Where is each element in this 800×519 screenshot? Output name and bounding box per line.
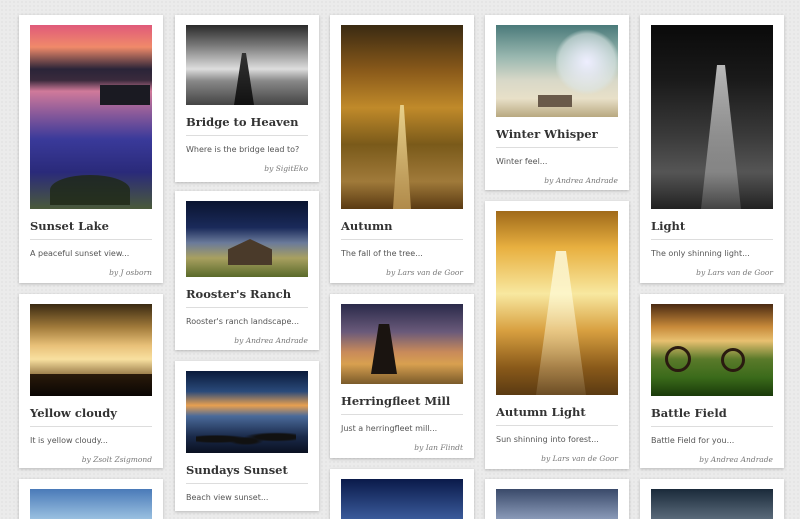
- photo-card-winter-whisper[interactable]: Winter Whisper Winter feel... by Andrea …: [485, 15, 629, 190]
- card-description: Where is the bridge lead to?: [186, 145, 300, 154]
- photo-herringfleet-mill[interactable]: [341, 304, 463, 384]
- card-description: Sun shinning into forest...: [496, 435, 599, 444]
- card-author: by Zsolt Zsigmond: [81, 455, 152, 464]
- card-title[interactable]: Rooster's Ranch: [186, 287, 308, 308]
- card-author: by Andrea Andrade: [234, 336, 308, 345]
- photo-card-sunset-lake[interactable]: Sunset Lake A peaceful sunset view... by…: [19, 15, 163, 283]
- card-description: Just a herringfleet mill...: [341, 424, 438, 433]
- photo-sundays-sunset[interactable]: [186, 371, 308, 453]
- photo-card-roosters-ranch[interactable]: Rooster's Ranch Rooster's ranch landscap…: [175, 191, 319, 350]
- photo-card-bridge-to-heaven[interactable]: Bridge to Heaven Where is the bridge lea…: [175, 15, 319, 182]
- card-title[interactable]: Yellow cloudy: [30, 406, 152, 427]
- card-title[interactable]: Autumn: [341, 219, 463, 240]
- photo-winter-whisper[interactable]: [496, 25, 618, 117]
- card-title[interactable]: Herringfleet Mill: [341, 394, 463, 415]
- card-description: Rooster's ranch landscape...: [186, 317, 300, 326]
- card-description: It is yellow cloudy...: [30, 436, 108, 445]
- card-description: The only shinning light...: [651, 249, 750, 258]
- photo-bridge-to-heaven[interactable]: [186, 25, 308, 105]
- card-title[interactable]: Sundays Sunset: [186, 463, 308, 484]
- photo-card-herringfleet-mill[interactable]: Herringfleet Mill Just a herringfleet mi…: [330, 294, 474, 458]
- card-author: by Ian Flindt: [414, 443, 463, 452]
- photo-card-partial[interactable]: [19, 479, 163, 519]
- card-author: by Lars van de Goor: [696, 268, 773, 277]
- photo-card-partial[interactable]: [330, 469, 474, 519]
- card-author: by J osborn: [109, 268, 152, 277]
- photo-autumn[interactable]: [341, 25, 463, 209]
- card-author: by Lars van de Goor: [541, 454, 618, 463]
- photo-card-light[interactable]: Light The only shinning light... by Lars…: [640, 15, 784, 283]
- photo-card-partial[interactable]: [485, 479, 629, 519]
- card-author: by Andrea Andrade: [699, 455, 773, 464]
- card-author: by Lars van de Goor: [386, 268, 463, 277]
- photo-sunset-lake[interactable]: [30, 25, 152, 209]
- card-author: by SigitEko: [264, 164, 308, 173]
- photo-light[interactable]: [651, 25, 773, 209]
- card-description: A peaceful sunset view...: [30, 249, 130, 258]
- card-title[interactable]: Sunset Lake: [30, 219, 152, 240]
- photo-battle-field[interactable]: [651, 304, 773, 396]
- photo-yellow-cloudy[interactable]: [30, 304, 152, 396]
- card-title[interactable]: Winter Whisper: [496, 127, 618, 148]
- photo-card-battle-field[interactable]: Battle Field Battle Field for you... by …: [640, 294, 784, 468]
- photo-autumn-light[interactable]: [496, 211, 618, 395]
- card-description: Battle Field for you...: [651, 436, 735, 445]
- card-description: The fall of the tree...: [341, 249, 423, 258]
- photo-card-partial[interactable]: [640, 479, 784, 519]
- card-author: by Andrea Andrade: [544, 176, 618, 185]
- photo-partial[interactable]: [496, 489, 618, 519]
- card-description: Winter feel...: [496, 157, 548, 166]
- photo-partial[interactable]: [651, 489, 773, 519]
- photo-roosters-ranch[interactable]: [186, 201, 308, 277]
- card-title[interactable]: Light: [651, 219, 773, 240]
- card-title[interactable]: Bridge to Heaven: [186, 115, 308, 136]
- photo-partial[interactable]: [30, 489, 152, 519]
- photo-card-autumn-light[interactable]: Autumn Light Sun shinning into forest...…: [485, 201, 629, 469]
- card-title[interactable]: Autumn Light: [496, 405, 618, 426]
- photo-partial[interactable]: [341, 479, 463, 519]
- photo-card-yellow-cloudy[interactable]: Yellow cloudy It is yellow cloudy... by …: [19, 294, 163, 468]
- photo-card-sundays-sunset[interactable]: Sundays Sunset Beach view sunset...: [175, 361, 319, 511]
- photo-card-autumn[interactable]: Autumn The fall of the tree... by Lars v…: [330, 15, 474, 283]
- card-title[interactable]: Battle Field: [651, 406, 773, 427]
